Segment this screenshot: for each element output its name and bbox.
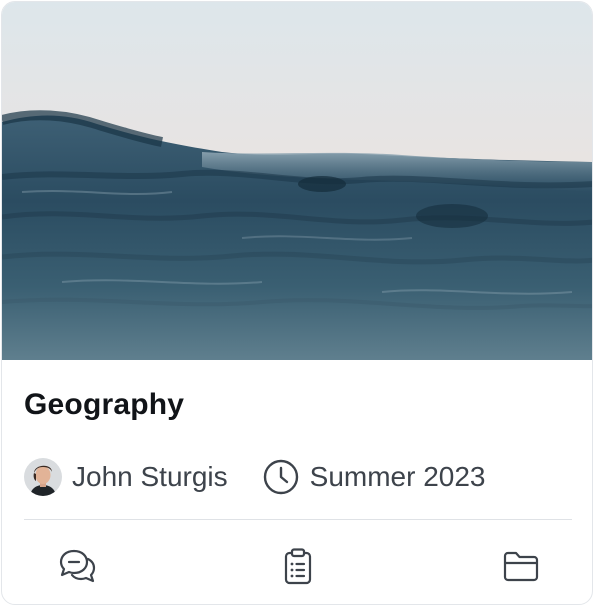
discussions-button[interactable] xyxy=(53,542,101,590)
course-meta: John Sturgis Summer 2023 xyxy=(24,456,486,498)
folder-icon xyxy=(503,551,539,582)
clock-icon xyxy=(262,458,300,496)
course-title[interactable]: Geography xyxy=(24,388,184,422)
cover-image xyxy=(2,2,592,360)
assignments-button[interactable] xyxy=(274,542,322,590)
chat-bubbles-icon xyxy=(59,549,96,583)
author-name: John Sturgis xyxy=(72,461,228,492)
author-avatar[interactable] xyxy=(24,458,62,496)
files-button[interactable] xyxy=(497,542,545,590)
term-label: Summer 2023 xyxy=(309,461,486,492)
divider xyxy=(24,519,572,520)
course-card[interactable]: Geography John Sturgis Summer 2023 xyxy=(1,1,593,605)
clipboard-list-icon xyxy=(284,548,312,585)
